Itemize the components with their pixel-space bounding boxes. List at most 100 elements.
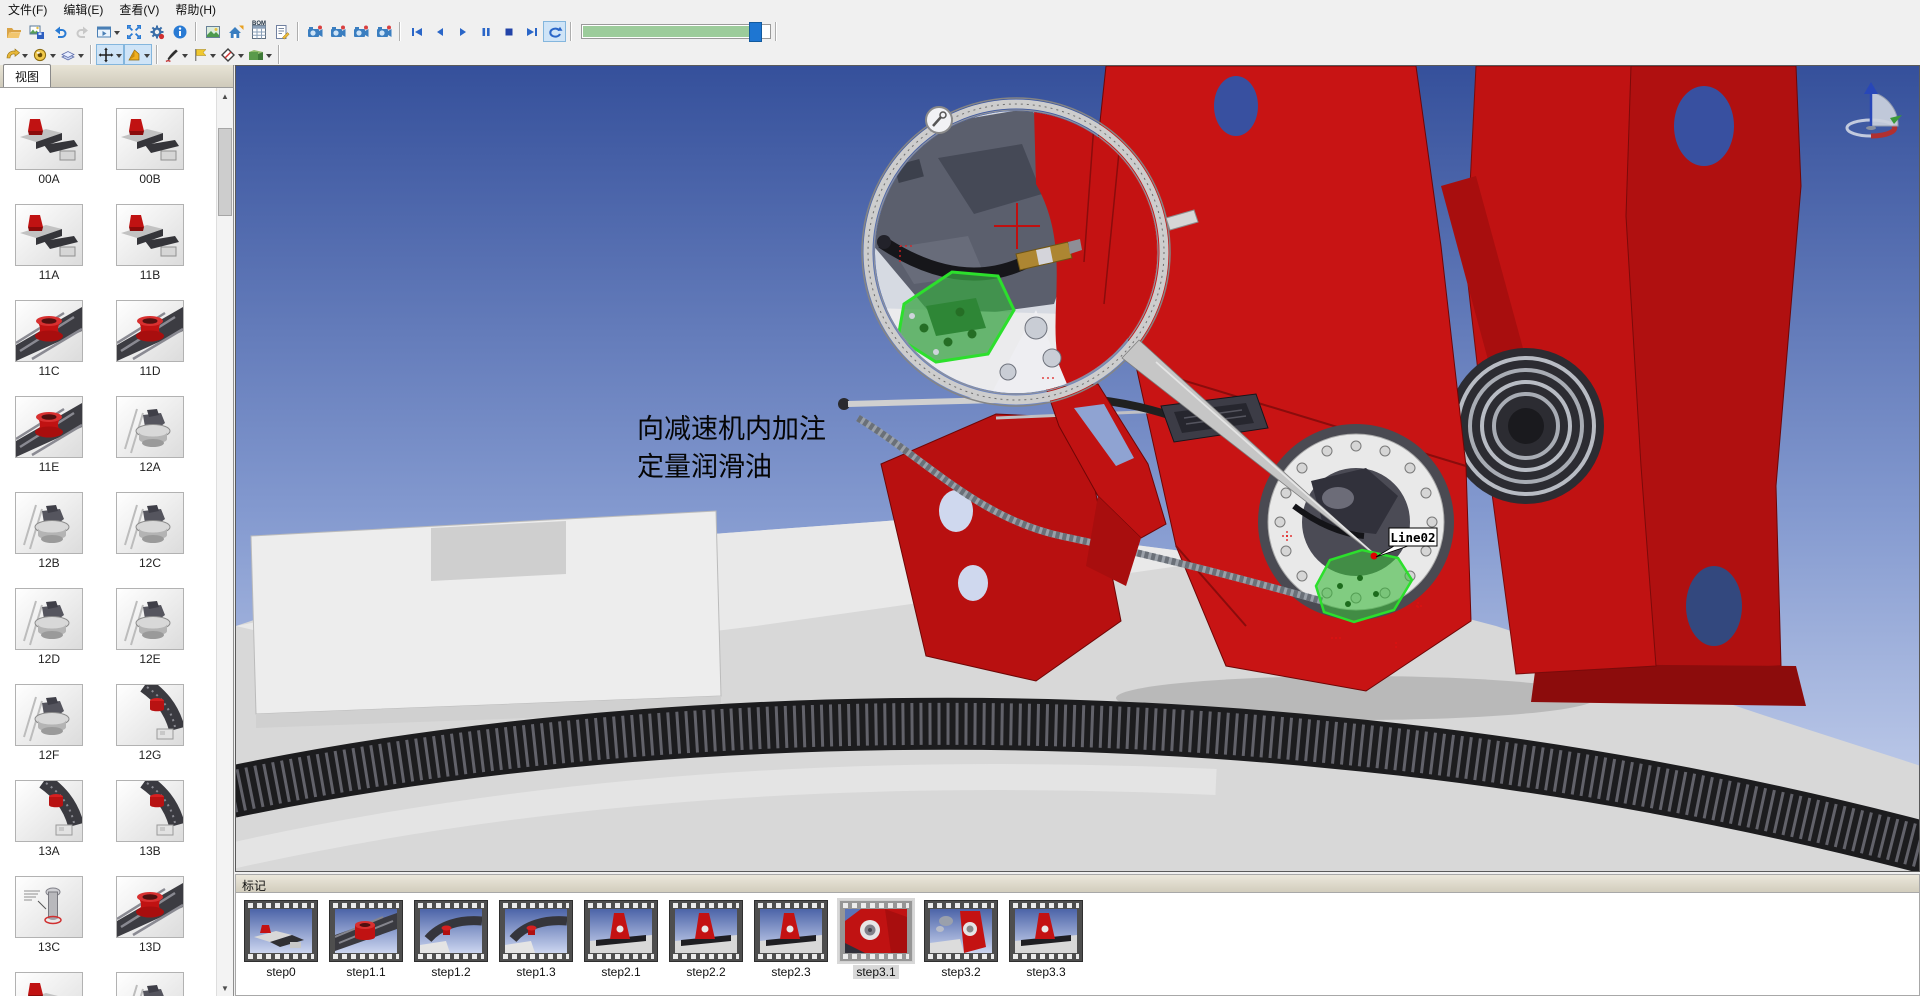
visibility-button[interactable] [30,44,58,65]
markup-toolbar [0,44,1920,66]
viewport-3d[interactable]: Line02 向减速机内加注 定量润滑油 [235,65,1920,872]
step-label: step3.3 [1026,965,1065,979]
open-file-button[interactable] [2,21,25,42]
default-view-button[interactable] [224,21,247,42]
step-thumbnail[interactable]: step2.1 [583,900,659,980]
steps-panel-header[interactable]: 标记 [235,874,1920,892]
view-thumbnail[interactable]: 13B [116,780,184,859]
fit-view-button[interactable] [122,21,145,42]
view-thumbnail[interactable]: 13C [15,876,83,955]
clear-markup-button[interactable] [218,44,246,65]
view-thumbnail[interactable]: 11C [15,300,83,379]
view-thumbnail[interactable]: 11B [116,204,184,283]
step-thumbnail[interactable]: step3.1 [838,900,914,980]
step-thumbnail[interactable]: step3.2 [923,900,999,980]
scroll-down-icon[interactable]: ▼ [217,980,233,996]
view-thumbnail[interactable]: 12C [116,492,184,571]
step-thumbnail[interactable]: step1.2 [413,900,489,980]
film-sprockets [758,903,824,908]
film-sprockets [673,954,739,959]
step-thumbnail-list: step0 step1.1 [235,892,1920,996]
render-scene-button[interactable] [201,21,224,42]
undo-button[interactable] [48,21,71,42]
film-sprockets [843,954,909,959]
animation-window-button[interactable] [94,21,122,42]
step-thumbnail[interactable]: step2.2 [668,900,744,980]
save-image-button[interactable] [25,21,48,42]
views-scrollbar[interactable]: ▲ ▼ [216,88,233,996]
view-thumbnail[interactable]: 12E [116,588,184,667]
redo-button[interactable] [71,21,94,42]
film-sprockets [1013,903,1079,908]
film-sprockets [928,903,994,908]
toolbar-separator [90,45,92,64]
dropdown-caret-icon [50,54,56,61]
view-thumbnail[interactable]: 12D [15,588,83,667]
camera-key-b-button[interactable] [326,21,349,42]
film-sprockets [248,954,314,959]
callout-tool-button[interactable] [190,44,218,65]
toolbar-separator [156,45,158,64]
camera-key-d-button[interactable] [372,21,395,42]
step-thumbnail[interactable]: step3.3 [1008,900,1084,980]
dropdown-caret-icon [22,54,28,61]
camera-key-a-button[interactable] [303,21,326,42]
scrollbar-thumb[interactable] [218,128,232,216]
dropdown-caret-icon [114,31,120,38]
step-thumbnail[interactable]: step2.3 [753,900,829,980]
view-thumbnail[interactable] [116,972,184,996]
step-back-button[interactable] [428,21,451,42]
menu-view[interactable]: 查看(V) [111,0,167,20]
menu-edit[interactable]: 编辑(E) [55,0,111,20]
go-end-button[interactable] [520,21,543,42]
bom-table-button[interactable]: BOM [247,21,270,42]
tab-views[interactable]: 视图 [3,64,51,87]
scroll-up-icon[interactable]: ▲ [217,88,233,104]
notes-list-button[interactable] [270,21,293,42]
solid-tool-button[interactable] [124,44,152,65]
dropdown-caret-icon [144,54,150,61]
film-sprockets [1013,954,1079,959]
film-sprockets [418,903,484,908]
film-sprockets [843,903,909,908]
info-button[interactable] [168,21,191,42]
toolbar-separator [399,22,401,41]
animation-timeline-slider[interactable] [581,24,771,39]
step-label: step1.1 [346,965,385,979]
view-thumbnail[interactable] [15,972,83,996]
step-thumbnail[interactable]: step1.3 [498,900,574,980]
drag-mode-button[interactable] [2,44,30,65]
settings-button[interactable] [145,21,168,42]
view-thumbnail[interactable]: 12A [116,396,184,475]
view-thumbnail[interactable]: 13A [15,780,83,859]
eraser-mode-button[interactable] [58,44,86,65]
step-thumbnail[interactable]: step1.1 [328,900,404,980]
play-button[interactable] [451,21,474,42]
film-sprockets [758,954,824,959]
view-thumbnail[interactable]: 12G [116,684,184,763]
capture-tool-button[interactable] [246,44,274,65]
move-tool-button[interactable] [96,44,124,65]
pen-tool-button[interactable] [162,44,190,65]
menu-help[interactable]: 帮助(H) [167,0,224,20]
go-start-button[interactable] [405,21,428,42]
view-thumbnail[interactable]: 12F [15,684,83,763]
camera-key-c-button[interactable] [349,21,372,42]
film-sprockets [928,954,994,959]
menu-file[interactable]: 文件(F) [0,0,55,20]
stop-button[interactable] [497,21,520,42]
timeline-thumb[interactable] [749,22,762,42]
loop-button[interactable] [543,21,566,42]
view-thumbnail[interactable]: 11D [116,300,184,379]
part-label-text: Line02 [1390,530,1435,545]
view-thumbnail[interactable]: 00A [15,108,83,187]
timeline-fill [583,26,758,37]
toolbar-separator [195,22,197,41]
pause-button[interactable] [474,21,497,42]
view-thumbnail[interactable]: 12B [15,492,83,571]
step-thumbnail[interactable]: step0 [243,900,319,980]
view-thumbnail[interactable]: 00B [116,108,184,187]
view-thumbnail[interactable]: 11A [15,204,83,283]
view-thumbnail[interactable]: 13D [116,876,184,955]
view-thumbnail[interactable]: 11E [15,396,83,475]
